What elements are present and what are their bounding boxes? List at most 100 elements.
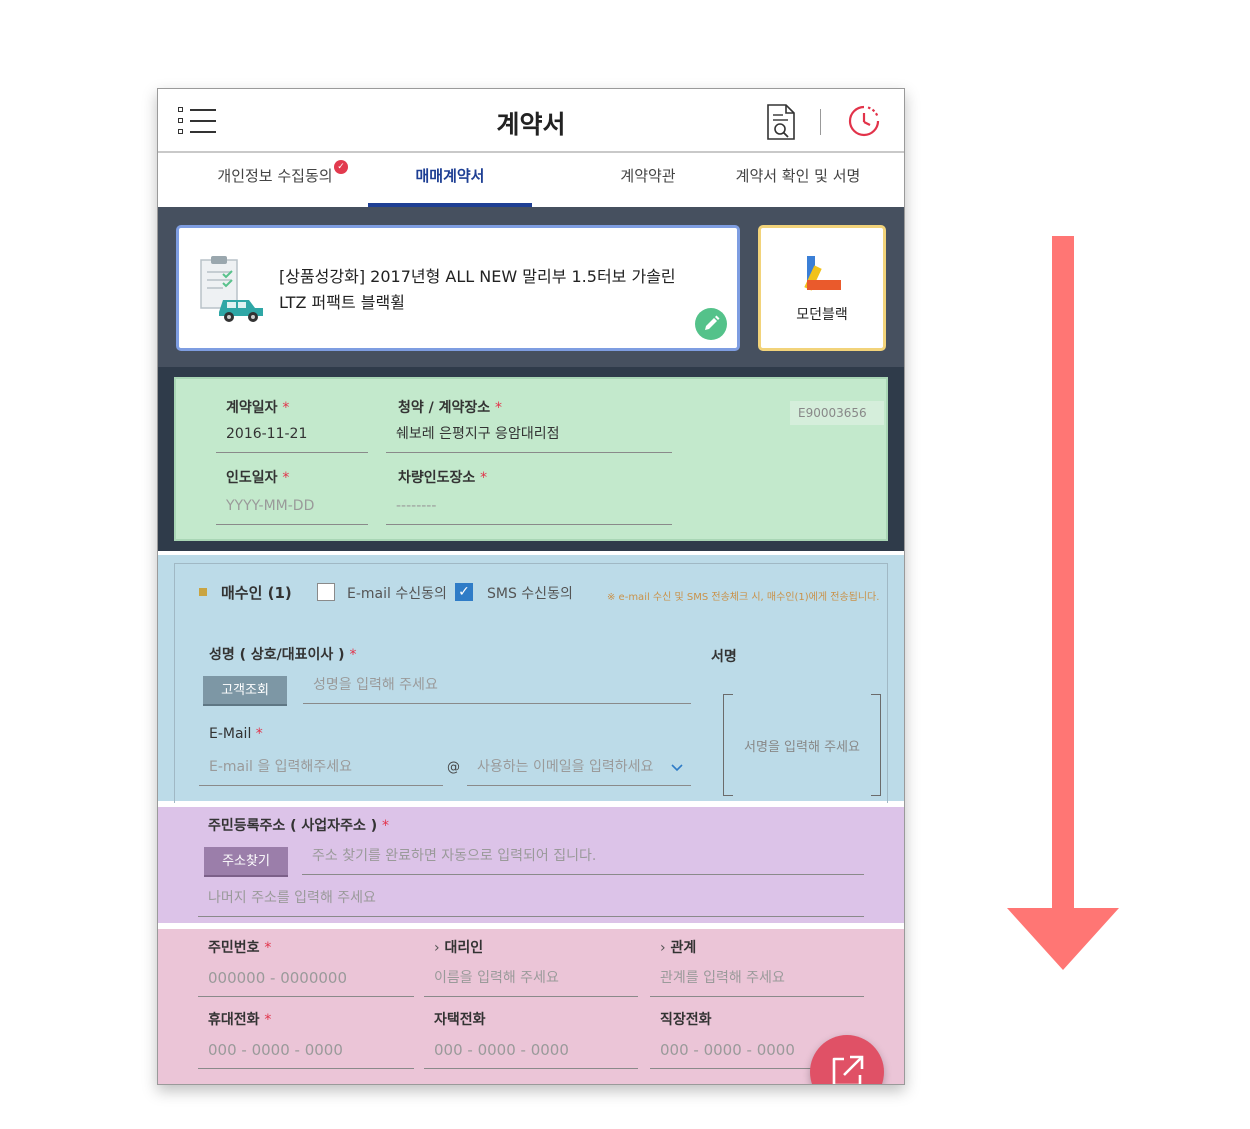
required-mark: * bbox=[381, 818, 389, 834]
mobile-input[interactable]: 000 - 0000 - 0000 bbox=[198, 1035, 414, 1069]
sms-consent-label: SMS 수신동의 bbox=[487, 586, 573, 602]
product-card[interactable]: [상품성강화] 2017년형 ALL NEW 말리부 1.5터보 가솔린 LTZ… bbox=[176, 225, 740, 351]
label-text: 인도일자 bbox=[226, 470, 278, 486]
delivery-date-label: 인도일자 * bbox=[226, 467, 289, 487]
contract-place-field[interactable]: 쉐보레 은평지구 응암대리점 bbox=[386, 419, 672, 453]
label-text: 계약일자 bbox=[226, 400, 278, 416]
color-card[interactable]: 모던블랙 bbox=[758, 225, 886, 351]
document-search-button[interactable] bbox=[764, 103, 798, 141]
tab-sales-contract[interactable]: 매매계약서 bbox=[368, 153, 532, 207]
work-phone-label: 직장전화 bbox=[660, 1012, 712, 1028]
home-phone-input[interactable]: 000 - 0000 - 0000 bbox=[424, 1035, 638, 1069]
label-text: E-Mail bbox=[209, 726, 252, 742]
contract-info-panel: 계약일자 * 2016-11-21 청약 / 계약장소 * 쉐보레 은평지구 응… bbox=[174, 377, 888, 541]
customer-lookup-button[interactable]: 고객조회 bbox=[203, 676, 287, 706]
required-mark: * bbox=[264, 940, 272, 956]
contract-info-section: 계약일자 * 2016-11-21 청약 / 계약장소 * 쉐보레 은평지구 응… bbox=[158, 367, 904, 551]
address-section: 주민등록주소 ( 사업자주소 ) * 주소찾기 주소 찾기를 완료하면 자동으로… bbox=[158, 807, 904, 923]
required-mark: * bbox=[480, 470, 488, 486]
buyer-name-input[interactable]: 성명을 입력해 주세요 bbox=[303, 670, 691, 704]
address-detail-input[interactable]: 나머지 주소를 입력해 주세요 bbox=[198, 883, 864, 917]
required-mark: * bbox=[264, 1012, 272, 1028]
buyer-title: 매수인 (1) bbox=[221, 584, 292, 602]
tab-label: 계약서 확인 및 서명 bbox=[735, 167, 861, 185]
agent-input[interactable]: 이름을 입력해 주세요 bbox=[424, 963, 638, 997]
signature-label: 서명 bbox=[711, 649, 737, 665]
buyer-name-label: 성명 ( 상호/대표이사 ) * bbox=[209, 644, 356, 664]
required-mark: * bbox=[349, 647, 357, 663]
clock-history-icon bbox=[848, 105, 880, 137]
identity-contact-section: 주민번호 * 000000 - 0000000 › 대리인 이름을 입력해 주세… bbox=[158, 929, 904, 1084]
chevron-down-icon bbox=[671, 764, 683, 772]
share-fab-button[interactable] bbox=[810, 1035, 884, 1084]
header-divider bbox=[820, 109, 821, 135]
tab-contract-terms[interactable]: 계약약관 bbox=[588, 153, 708, 207]
resident-no-input[interactable]: 000000 - 0000000 bbox=[198, 963, 414, 997]
contract-number: E90003656 bbox=[790, 401, 884, 425]
label-text: 대리인 bbox=[444, 940, 484, 956]
delivery-place-label: 차량인도장소 * bbox=[398, 467, 487, 487]
relation-input[interactable]: 관계를 입력해 주세요 bbox=[650, 963, 864, 997]
contract-screen: 계약서 개인정보 수집동의 ✓ 매매계약서 계약약관 계약서 확인 및 서명 [… bbox=[157, 88, 905, 1085]
required-mark: * bbox=[282, 400, 290, 416]
address-label: 주민등록주소 ( 사업자주소 ) * bbox=[208, 815, 389, 835]
chevron-right-icon: › bbox=[434, 940, 440, 956]
pencil-icon bbox=[705, 315, 720, 330]
relation-label: › 관계 bbox=[660, 937, 696, 957]
tab-privacy-consent[interactable]: 개인정보 수집동의 bbox=[200, 153, 350, 207]
contract-date-label: 계약일자 * bbox=[226, 397, 289, 417]
app-header: 계약서 bbox=[158, 89, 904, 153]
edit-product-button[interactable] bbox=[695, 308, 727, 340]
chevron-right-icon: › bbox=[660, 940, 666, 956]
tab-label: 개인정보 수집동의 bbox=[217, 167, 333, 185]
consent-notice: ※ e-mail 수신 및 SMS 전송체크 시, 매수인(1)에게 전송됩니다… bbox=[607, 592, 880, 603]
label-text: 휴대전화 bbox=[208, 1012, 260, 1028]
email-consent-label: E-mail 수신동의 bbox=[347, 586, 447, 602]
label-text: 성명 ( 상호/대표이사 ) bbox=[209, 647, 345, 663]
clipboard-car-icon bbox=[200, 256, 263, 322]
scroll-down-arrow-icon bbox=[1007, 236, 1119, 970]
required-mark: * bbox=[282, 470, 290, 486]
resident-no-label: 주민번호 * bbox=[208, 937, 271, 957]
select-text: 사용하는 이메일을 입력하세요 bbox=[477, 759, 654, 775]
delivery-date-field[interactable]: YYYY-MM-DD bbox=[216, 491, 368, 525]
product-summary: [상품성강화] 2017년형 ALL NEW 말리부 1.5터보 가솔린 LTZ… bbox=[158, 207, 904, 367]
address-search-button[interactable]: 주소찾기 bbox=[204, 847, 288, 877]
mobile-label: 휴대전화 * bbox=[208, 1009, 271, 1029]
external-link-icon bbox=[832, 1055, 864, 1084]
email-id-input[interactable]: E-mail 을 입력해주세요 bbox=[199, 752, 443, 786]
delivery-place-field[interactable]: -------- bbox=[386, 491, 672, 525]
contract-place-label: 청약 / 계약장소 * bbox=[398, 397, 502, 417]
email-consent-checkbox[interactable] bbox=[317, 583, 335, 601]
section-bullet-icon bbox=[199, 588, 207, 596]
tab-label: 계약약관 bbox=[620, 167, 676, 185]
required-mark: * bbox=[255, 726, 263, 742]
product-name: [상품성강화] 2017년형 ALL NEW 말리부 1.5터보 가솔린 LTZ… bbox=[279, 267, 676, 312]
label-text: 청약 / 계약장소 bbox=[398, 400, 491, 416]
at-sign: @ bbox=[447, 760, 460, 775]
label-text: 주민번호 bbox=[208, 940, 260, 956]
document-search-icon bbox=[767, 104, 795, 140]
home-phone-label: 자택전화 bbox=[434, 1012, 486, 1028]
completed-check-icon: ✓ bbox=[334, 160, 348, 174]
color-name: 모던블랙 bbox=[796, 307, 848, 323]
email-label: E-Mail * bbox=[209, 726, 263, 742]
signature-pad[interactable]: 서명을 입력해 주세요 bbox=[723, 694, 881, 796]
buyer-panel: 매수인 (1) E-mail 수신동의 ✓ SMS 수신동의 ※ e-mail … bbox=[174, 563, 888, 803]
history-button[interactable] bbox=[846, 103, 882, 139]
agent-label: › 대리인 bbox=[434, 937, 483, 957]
label-text: 주민등록주소 ( 사업자주소 ) bbox=[208, 818, 378, 834]
required-mark: * bbox=[495, 400, 503, 416]
label-text: 차량인도장소 bbox=[398, 470, 476, 486]
signature-placeholder: 서명을 입력해 주세요 bbox=[744, 740, 860, 755]
address-auto-input[interactable]: 주소 찾기를 완료하면 자동으로 입력되어 집니다. bbox=[302, 841, 864, 875]
email-domain-select[interactable]: 사용하는 이메일을 입력하세요 bbox=[467, 752, 691, 786]
tab-bar: 개인정보 수집동의 ✓ 매매계약서 계약약관 계약서 확인 및 서명 bbox=[158, 153, 904, 207]
label-text: 관계 bbox=[670, 940, 697, 956]
contract-date-field[interactable]: 2016-11-21 bbox=[216, 419, 368, 453]
tab-label: 매매계약서 bbox=[415, 167, 485, 185]
color-swatch-icon bbox=[804, 256, 841, 291]
buyer-section: 매수인 (1) E-mail 수신동의 ✓ SMS 수신동의 ※ e-mail … bbox=[158, 555, 904, 803]
tab-confirm-sign[interactable]: 계약서 확인 및 서명 bbox=[728, 153, 868, 207]
sms-consent-checkbox[interactable]: ✓ bbox=[455, 583, 473, 601]
